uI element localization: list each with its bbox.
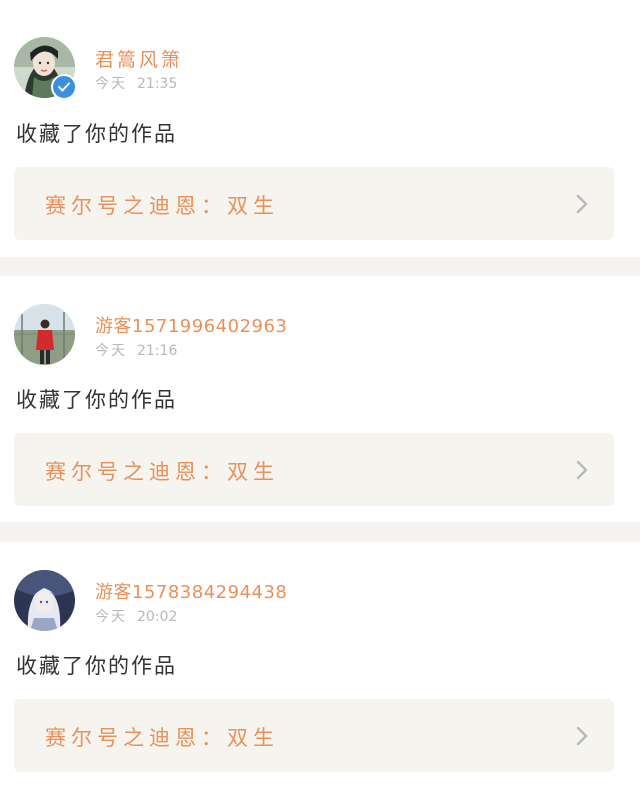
action-text: 收藏了你的作品 — [16, 122, 177, 146]
avatar[interactable] — [14, 37, 77, 100]
work-link[interactable]: 赛尔号之迪恩：双生 — [14, 699, 614, 772]
timestamp-clock: 21:16 — [137, 343, 178, 359]
notification-card: 游客1578384294438 今天 20:02 收藏了你的作品 赛尔号之迪恩：双… — [0, 542, 640, 789]
timestamp-clock: 20:02 — [137, 609, 178, 625]
check-badge-icon — [51, 74, 77, 100]
action-text: 收藏了你的作品 — [16, 654, 177, 678]
timestamp: 今天 20:02 — [95, 606, 177, 626]
avatar[interactable] — [14, 570, 75, 631]
avatar-image — [14, 304, 75, 365]
avatar-image — [14, 570, 75, 631]
notification-card: 游客1571996402963 今天 21:16 收藏了你的作品 赛尔号之迪恩：双… — [0, 276, 640, 522]
chevron-right-icon — [576, 460, 588, 480]
timestamp-day: 今天 — [95, 76, 127, 92]
work-title: 赛尔号之迪恩：双生 — [45, 726, 279, 750]
notification-feed: 君篙风箫 今天 21:35 收藏了你的作品 赛尔号之迪恩：双生 游客157199… — [0, 0, 640, 789]
chevron-right-icon — [576, 726, 588, 746]
timestamp: 今天 21:16 — [95, 340, 177, 360]
timestamp: 今天 21:35 — [95, 73, 177, 93]
avatar[interactable] — [14, 304, 75, 365]
work-title: 赛尔号之迪恩：双生 — [45, 194, 279, 218]
work-title: 赛尔号之迪恩：双生 — [45, 460, 279, 484]
action-text: 收藏了你的作品 — [16, 388, 177, 412]
username[interactable]: 君篙风箫 — [95, 45, 183, 72]
chevron-right-icon — [576, 194, 588, 214]
username[interactable]: 游客1578384294438 — [95, 578, 287, 604]
username[interactable]: 游客1571996402963 — [95, 312, 287, 338]
timestamp-clock: 21:35 — [137, 76, 178, 92]
work-link[interactable]: 赛尔号之迪恩：双生 — [14, 167, 614, 240]
timestamp-day: 今天 — [95, 343, 127, 359]
work-link[interactable]: 赛尔号之迪恩：双生 — [14, 433, 614, 506]
timestamp-day: 今天 — [95, 609, 127, 625]
notification-card: 君篙风箫 今天 21:35 收藏了你的作品 赛尔号之迪恩：双生 — [0, 0, 640, 257]
